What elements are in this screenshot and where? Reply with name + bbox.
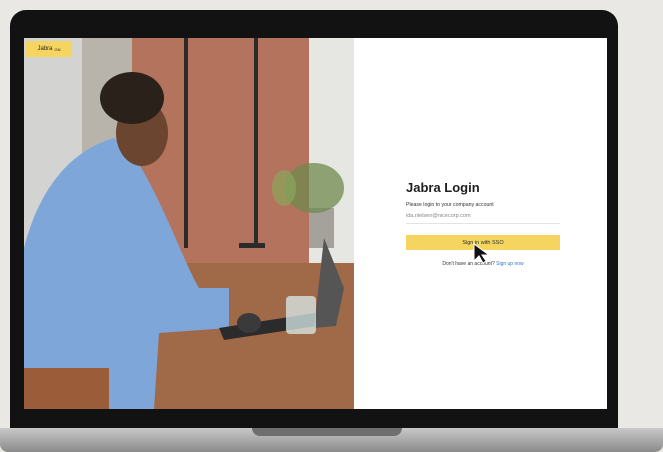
signup-link[interactable]: Sign up now — [496, 261, 524, 267]
laptop-hinge — [252, 428, 402, 436]
login-subtitle: Please login to your company account — [406, 202, 494, 208]
login-title: Jabra Login — [406, 180, 480, 195]
screen: Jabra GN Jabra Login Please login to you… — [24, 38, 607, 409]
arrow-cursor-icon — [472, 243, 494, 270]
hero-photo: Jabra GN — [24, 38, 354, 409]
logo-accent: GN — [54, 46, 61, 52]
arrow-cursor-graphic — [473, 243, 491, 264]
login-panel: Jabra Login Please login to your company… — [354, 38, 607, 409]
man-with-laptop-photo — [24, 38, 354, 409]
email-field[interactable]: ida.nielsen@nicecorp.com — [406, 213, 560, 224]
jabra-logo: Jabra GN — [26, 41, 72, 57]
logo-text: Jabra — [37, 46, 53, 52]
